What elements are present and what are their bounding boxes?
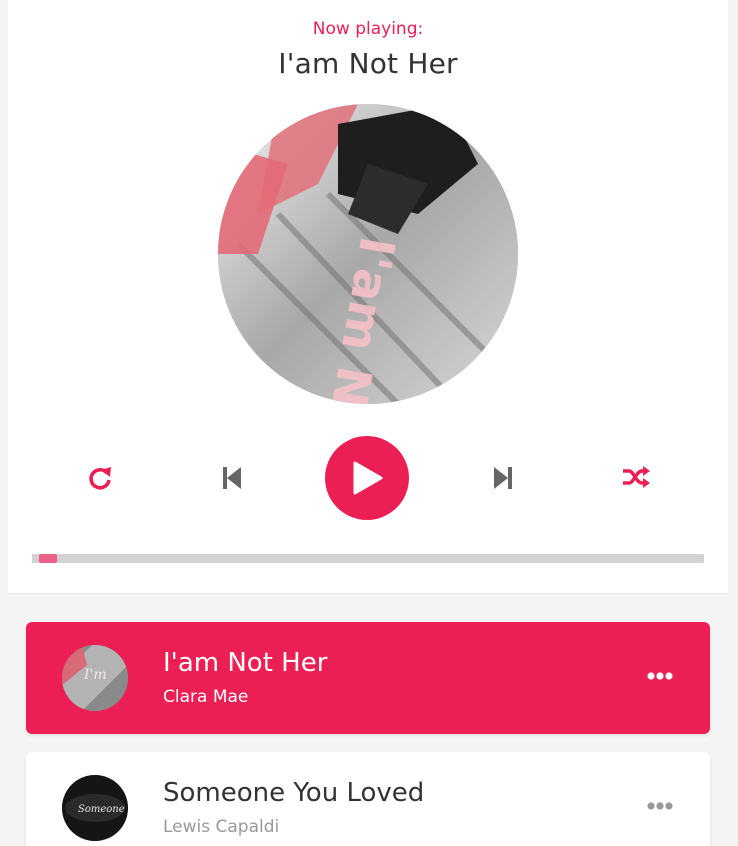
- song-thumb-text: Someone U: [78, 804, 128, 815]
- current-song-title: I'am Not Her: [278, 47, 458, 80]
- repeat-button[interactable]: [82, 456, 118, 498]
- step-backward-icon: [223, 467, 241, 489]
- song-singer: Clara Mae: [163, 687, 249, 707]
- song-title: I'am Not Her: [163, 648, 328, 678]
- step-forward-icon: [494, 467, 512, 489]
- song-thumb: I'm: [62, 645, 128, 711]
- play-toggle-button[interactable]: [325, 436, 409, 520]
- song-thumb: Someone U: [62, 775, 128, 841]
- ellipsis-icon: [647, 802, 673, 810]
- song-item[interactable]: I'm I'am Not Her Clara Mae: [26, 622, 710, 734]
- song-singer: Lewis Capaldi: [163, 817, 280, 837]
- next-button[interactable]: [487, 458, 519, 498]
- song-thumb-image: Someone U: [62, 775, 128, 841]
- album-art-image: I'am No: [218, 104, 518, 404]
- progress-fill: [32, 554, 39, 563]
- player-controls: [8, 436, 728, 520]
- progress-thumb[interactable]: [38, 554, 57, 563]
- song-item[interactable]: Someone U Someone You Loved Lewis Capald…: [26, 752, 710, 846]
- cd-thumbnail: I'am No: [218, 104, 518, 404]
- song-options-button[interactable]: [646, 662, 674, 690]
- song-title: Someone You Loved: [163, 778, 425, 808]
- random-icon: [623, 466, 650, 488]
- random-button[interactable]: [617, 456, 655, 498]
- playlist: I'm I'am Not Her Clara Mae Someone U Som…: [26, 622, 710, 846]
- play-icon: [353, 461, 383, 495]
- song-thumb-image: I'm: [62, 645, 128, 711]
- redo-icon: [89, 467, 111, 490]
- now-playing-label: Now playing:: [312, 19, 424, 39]
- prev-button[interactable]: [216, 458, 248, 498]
- song-thumb-text: I'm: [83, 667, 107, 683]
- progress-bar[interactable]: [32, 554, 704, 563]
- dashboard: Now playing: I'am Not Her I'am No: [8, 0, 728, 594]
- ellipsis-icon: [647, 672, 673, 680]
- song-options-button[interactable]: [646, 792, 674, 820]
